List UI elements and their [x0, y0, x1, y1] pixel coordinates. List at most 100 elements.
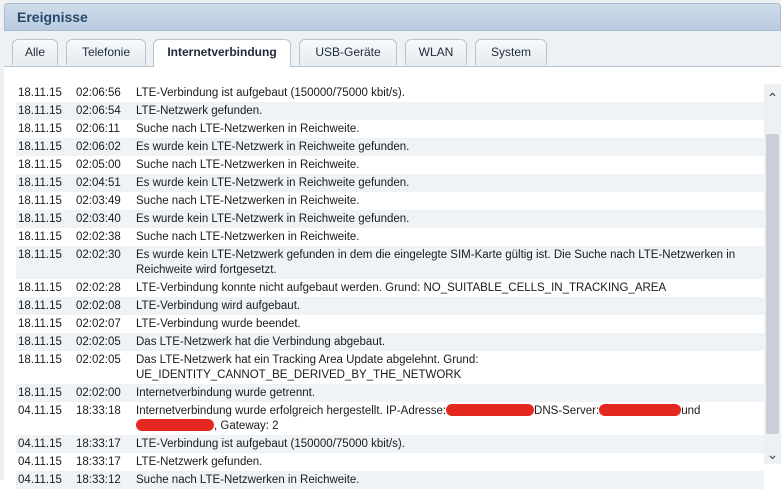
event-row: 18.11.15 02:02:28 LTE-Verbindung konnte ni…: [16, 279, 764, 297]
event-message: LTE-Verbindung wurde beendet.: [136, 317, 301, 330]
event-row: 18.11.15 02:05:00 Suche nach LTE-Netzwerke…: [16, 156, 764, 174]
event-message: Das LTE-Netzwerk hat die Verbindung abge…: [136, 335, 386, 348]
event-date: 04.11.15: [18, 437, 62, 450]
event-message-part: Internetverbindung wurde erfolgreich her…: [136, 404, 447, 417]
event-date: 18.11.15: [18, 248, 62, 261]
event-row: 18.11.15 02:02:30 Es wurde kein LTE-Netzwe…: [16, 246, 764, 279]
event-message: LTE-Verbindung ist aufgebaut (150000/750…: [136, 437, 405, 450]
event-date: 18.11.15: [18, 317, 62, 330]
event-date: 18.11.15: [18, 299, 62, 312]
event-row: 18.11.15 02:02:08 LTE-Verbindung wird aufg…: [16, 297, 764, 315]
tab-system[interactable]: System: [475, 39, 547, 65]
tab-internetverbindung[interactable]: Internetverbindung: [153, 39, 291, 67]
redaction-mark: [136, 419, 214, 432]
event-date: 18.11.15: [18, 194, 62, 207]
event-time: 02:02:05: [76, 353, 121, 366]
event-row: 18.11.15 02:02:05 Das LTE-Netzwerk hat die…: [16, 333, 764, 351]
event-message-part: DNS-Server:: [534, 404, 600, 417]
event-message: Das LTE-Netzwerk hat ein Tracking Area U…: [136, 353, 479, 381]
event-date: 18.11.15: [18, 158, 62, 171]
event-message: Suche nach LTE-Netzwerken in Reichweite.: [136, 158, 360, 171]
redaction-mark: [599, 404, 682, 417]
event-time: 18:33:18: [76, 404, 121, 417]
event-row: 18.11.15 02:03:40 Es wurde kein LTE-Netzwe…: [16, 210, 764, 228]
panel-title-bar: Ereignisse: [4, 3, 781, 31]
event-time: 02:02:05: [76, 335, 121, 348]
event-time: 02:03:40: [76, 212, 121, 225]
event-list-container: 18.11.15 02:06:56 LTE-Verbindung ist aufge…: [4, 66, 781, 489]
event-time: 02:05:00: [76, 158, 121, 171]
event-row: 04.11.15 18:33:12 Suche nach LTE-Netzwerke…: [16, 471, 764, 489]
event-message: Es wurde kein LTE-Netzwerk in Reichweite…: [136, 176, 410, 189]
event-date: 18.11.15: [18, 140, 62, 153]
event-time: 02:02:07: [76, 317, 121, 330]
event-date: 04.11.15: [18, 404, 62, 417]
event-message: Suche nach LTE-Netzwerken in Reichweite.: [136, 230, 360, 243]
event-time: 02:06:56: [76, 86, 121, 99]
event-message: Es wurde kein LTE-Netzwerk in Reichweite…: [136, 212, 410, 225]
event-row: 18.11.15 02:02:05 Das LTE-Netzwerk hat ein…: [16, 351, 764, 384]
event-message-part: und: [681, 404, 701, 417]
event-row: 18.11.15 02:06:11 Suche nach LTE-Netzwerke…: [16, 120, 764, 138]
event-date: 04.11.15: [18, 455, 62, 468]
event-message: LTE-Verbindung wird aufgebaut.: [136, 299, 301, 312]
event-date: 18.11.15: [18, 122, 62, 135]
event-date: 18.11.15: [18, 281, 62, 294]
event-time: 18:33:17: [76, 437, 121, 450]
panel-title: Ereignisse: [17, 9, 88, 25]
event-time: 02:06:11: [76, 122, 120, 135]
event-message: LTE-Netzwerk gefunden.: [136, 104, 263, 117]
event-message-part: , Gateway: 2: [214, 419, 279, 432]
event-message: Es wurde kein LTE-Netzwerk in Reichweite…: [136, 140, 410, 153]
event-date: 18.11.15: [18, 353, 62, 366]
event-row: 18.11.15 02:06:56 LTE-Verbindung ist aufge…: [16, 84, 764, 102]
event-time: 02:06:54: [76, 104, 121, 117]
event-time: 18:33:17: [76, 455, 121, 468]
event-date: 04.11.15: [18, 473, 62, 486]
event-row: 18.11.15 02:02:07 LTE-Verbindung wurde bee…: [16, 315, 764, 333]
event-row: 18.11.15 02:06:02 Es wurde kein LTE-Netzwe…: [16, 138, 764, 156]
event-message: LTE-Netzwerk gefunden.: [136, 455, 263, 468]
event-row: 18.11.15 02:03:49 Suche nach LTE-Netzwerke…: [16, 192, 764, 210]
redaction-mark: [446, 404, 535, 417]
event-message: Es wurde kein LTE-Netzwerk gefunden in d…: [136, 248, 736, 276]
event-row: 18.11.15 02:02:38 Suche nach LTE-Netzwerke…: [16, 228, 764, 246]
event-date: 18.11.15: [18, 230, 62, 243]
tab-alle[interactable]: Alle: [12, 39, 58, 65]
events-panel: Ereignisse Alle Telefonie Internetverbin…: [0, 0, 781, 489]
event-list: 18.11.15 02:06:56 LTE-Verbindung ist aufge…: [16, 84, 764, 489]
event-row: 18.11.15 02:04:51 Es wurde kein LTE-Netzwe…: [16, 174, 764, 192]
event-time: 02:06:02: [76, 140, 121, 153]
event-time: 02:02:30: [76, 248, 121, 261]
event-row: 04.11.15 18:33:18 Internetverbindung wurde…: [16, 402, 764, 435]
chevron-down-icon[interactable]: ⌄: [764, 444, 781, 464]
event-message: LTE-Verbindung ist aufgebaut (150000/750…: [136, 86, 405, 99]
event-date: 18.11.15: [18, 176, 62, 189]
event-row: 04.11.15 18:33:17 LTE-Netzwerk gefunden.: [16, 453, 764, 471]
event-message: Internetverbindung wurde getrennt.: [136, 386, 316, 399]
event-message: Suche nach LTE-Netzwerken in Reichweite.: [136, 473, 360, 486]
event-time: 02:02:00: [76, 386, 121, 399]
event-date: 18.11.15: [18, 335, 62, 348]
event-time: 02:02:28: [76, 281, 121, 294]
chevron-up-icon[interactable]: ⌃: [764, 88, 781, 108]
event-date: 18.11.15: [18, 212, 62, 225]
event-date: 18.11.15: [18, 386, 62, 399]
event-message: Suche nach LTE-Netzwerken in Reichweite.: [136, 194, 360, 207]
tab-telefonie[interactable]: Telefonie: [66, 39, 146, 65]
event-time: 02:02:38: [76, 230, 121, 243]
event-date: 18.11.15: [18, 104, 62, 117]
event-row: 18.11.15 02:06:54 LTE-Netzwerk gefunden.: [16, 102, 764, 120]
tab-wlan[interactable]: WLAN: [405, 39, 467, 65]
event-time: 18:33:12: [76, 473, 121, 486]
event-message: LTE-Verbindung konnte nicht aufgebaut we…: [136, 281, 667, 294]
scrollbar-thumb[interactable]: [766, 134, 779, 434]
event-row: 18.11.15 02:02:00 Internetverbindung wurde…: [16, 384, 764, 402]
event-message: Suche nach LTE-Netzwerken in Reichweite.: [136, 122, 360, 135]
event-time: 02:03:49: [76, 194, 121, 207]
event-message: Internetverbindung wurde erfolgreich her…: [136, 404, 764, 434]
vertical-scrollbar[interactable]: ⌃ ⌄: [764, 84, 781, 464]
event-date: 18.11.15: [18, 86, 62, 99]
tab-usb-geraete[interactable]: USB-Geräte: [299, 39, 397, 65]
event-time: 02:04:51: [76, 176, 121, 189]
